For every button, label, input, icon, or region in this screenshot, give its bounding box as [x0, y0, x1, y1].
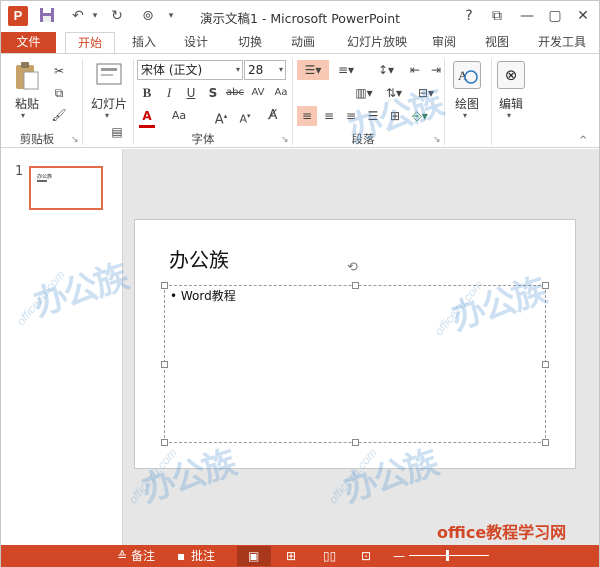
watermark-site-name: office教程学习网 — [437, 523, 567, 542]
resize-handle[interactable] — [352, 439, 359, 446]
group-font-label: 字体 — [191, 132, 215, 146]
notes-icon[interactable]: ≙ — [117, 549, 127, 563]
format-painter-icon[interactable]: 🖌 — [49, 105, 69, 125]
new-slide-dropdown-icon[interactable]: ▾ — [105, 111, 109, 120]
tab-animations[interactable]: 动画 — [284, 32, 322, 53]
font-name-value: 宋体 (正文) — [141, 63, 203, 77]
tab-transitions[interactable]: 切换 — [231, 32, 269, 53]
paste-button[interactable]: 粘贴 — [9, 95, 45, 112]
tab-file[interactable]: 文件 — [1, 32, 56, 53]
zoom-out-icon[interactable]: — — [393, 549, 405, 563]
strikethrough-icon[interactable]: abc — [225, 83, 245, 103]
tab-developer[interactable]: 开发工具 — [531, 32, 593, 53]
paste-icon[interactable] — [13, 61, 41, 91]
align-center-icon[interactable]: ≡ — [319, 106, 339, 126]
comments-icon[interactable]: ▪ — [177, 549, 185, 563]
line-spacing-icon[interactable]: ↕▾ — [373, 60, 399, 80]
resize-handle[interactable] — [161, 282, 168, 289]
italic-icon[interactable]: I — [159, 83, 179, 103]
zoom-slider-thumb[interactable] — [446, 550, 449, 561]
resize-handle[interactable] — [352, 282, 359, 289]
resize-handle[interactable] — [542, 361, 549, 368]
change-case-icon[interactable]: Aa — [271, 83, 291, 103]
chevron-down-icon: ▾ — [235, 65, 240, 74]
tab-design[interactable]: 设计 — [177, 32, 215, 53]
slideshow-view-icon[interactable]: ⊡ — [361, 549, 371, 563]
align-left-icon[interactable]: ≡ — [297, 106, 317, 126]
slide-thumbnail[interactable]: 办公族 — [29, 166, 103, 210]
close-button[interactable]: ✕ — [570, 5, 596, 27]
decrease-indent-icon[interactable]: ⇤ — [405, 60, 425, 80]
cut-icon[interactable]: ✂ — [49, 61, 69, 81]
tab-slideshow[interactable]: 幻灯片放映 — [337, 32, 417, 53]
notes-button[interactable]: 备注 — [131, 549, 155, 563]
editing-dropdown-icon[interactable]: ▾ — [507, 111, 511, 120]
clipboard-launcher-icon[interactable]: ↘ — [71, 135, 79, 145]
resize-handle[interactable] — [161, 439, 168, 446]
font-color-icon[interactable]: A — [137, 106, 157, 126]
chevron-down-icon: ▾ — [278, 65, 283, 74]
tab-home[interactable]: 开始 — [65, 32, 115, 54]
character-spacing-icon[interactable]: AV — [248, 83, 268, 103]
normal-view-icon: ▣ — [248, 549, 260, 563]
numbering-icon[interactable]: ≡▾ — [333, 60, 359, 80]
increase-font-icon[interactable]: A▴ — [211, 106, 231, 127]
group-separator — [133, 59, 134, 145]
group-clipboard-label: 剪贴板 — [19, 132, 55, 146]
clear-formatting-icon[interactable]: A̸ — [263, 106, 283, 126]
resize-handle[interactable] — [161, 361, 168, 368]
layout-icon[interactable]: ▤ — [107, 125, 127, 139]
restore-button[interactable]: ▢ — [542, 5, 568, 27]
copy-icon[interactable]: ⧉ — [49, 83, 69, 103]
underline-icon[interactable]: U — [181, 83, 201, 103]
resize-handle[interactable] — [542, 439, 549, 446]
help-button[interactable]: ? — [456, 5, 482, 27]
font-size-value: 28 — [248, 63, 264, 77]
comments-button[interactable]: 批注 — [191, 549, 215, 563]
group-separator — [292, 59, 293, 145]
thumbnail-number: 1 — [15, 164, 24, 179]
bullets-icon[interactable]: ☰▾ — [297, 60, 329, 80]
thumbnail-bullet — [37, 180, 47, 182]
slide-sorter-icon[interactable]: ⊞ — [286, 549, 296, 563]
thumbnail-title: 办公族 — [37, 174, 53, 180]
bullet-text[interactable]: • Word教程 — [170, 287, 236, 304]
decrease-font-icon[interactable]: A▾ — [235, 106, 255, 126]
tab-review[interactable]: 审阅 — [425, 32, 463, 53]
reading-view-icon[interactable]: ▯▯ — [323, 549, 336, 563]
minimize-button[interactable]: — — [514, 5, 540, 27]
collapse-ribbon-icon[interactable]: ^ — [579, 135, 587, 146]
font-color-swatch — [139, 125, 155, 128]
font-size-select[interactable]: 28 ▾ — [244, 60, 286, 80]
powerpoint-window: P ↶ ▾ ↻ ⊚ ▾ 演示文稿1 - Microsoft PowerPoint… — [0, 0, 600, 567]
binoculars-icon[interactable]: ⊗ — [497, 61, 525, 89]
drawing-dropdown-icon[interactable]: ▾ — [463, 111, 467, 120]
group-separator — [82, 59, 83, 145]
drawing-button[interactable]: 绘图 — [447, 95, 487, 112]
tab-insert[interactable]: 插入 — [125, 32, 163, 53]
font-name-select[interactable]: 宋体 (正文) ▾ — [137, 60, 243, 80]
ribbon-display-options-icon[interactable]: ⧉ — [484, 5, 510, 27]
slide-title[interactable]: 办公族 — [169, 244, 229, 273]
new-slide-button[interactable]: 幻灯片 — [87, 95, 131, 112]
change-case-aa-icon[interactable]: Aa — [169, 106, 189, 126]
paragraph-launcher-icon[interactable]: ↘ — [433, 135, 441, 145]
status-bar — [1, 545, 599, 567]
shadow-icon[interactable]: S — [203, 83, 223, 103]
font-launcher-icon[interactable]: ↘ — [281, 135, 289, 145]
editing-button[interactable]: 编辑 — [491, 95, 531, 112]
new-slide-icon[interactable] — [95, 61, 123, 89]
rotate-handle-icon[interactable]: ⟲ — [347, 260, 358, 275]
group-separator — [444, 59, 445, 145]
paste-dropdown-icon[interactable]: ▾ — [21, 111, 25, 120]
tab-view[interactable]: 视图 — [478, 32, 516, 53]
bold-icon[interactable]: B — [137, 83, 157, 103]
shapes-icon[interactable]: A — [453, 61, 481, 89]
zoom-slider[interactable] — [409, 555, 489, 556]
